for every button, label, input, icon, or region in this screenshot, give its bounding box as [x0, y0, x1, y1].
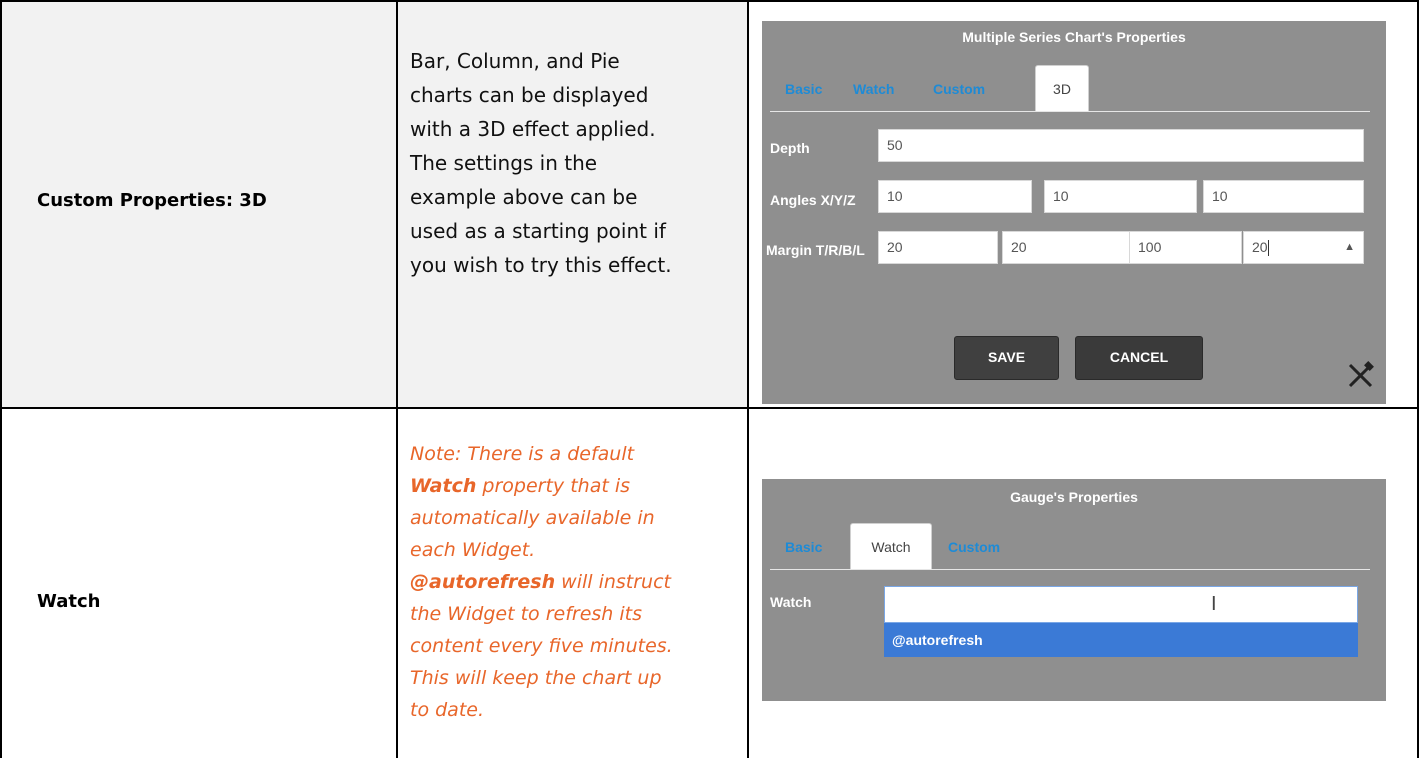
margin-top-field[interactable]: 20 [878, 231, 998, 264]
margin-left-value: 20 [1252, 239, 1268, 255]
spinner-icon[interactable]: ▲ [1344, 232, 1355, 263]
angles-label: Angles X/Y/Z [770, 192, 856, 208]
desc-line: with a 3D effect applied. [410, 117, 656, 141]
text-cursor-icon: I [1211, 593, 1217, 615]
note-line: automatically available in [410, 507, 655, 529]
note-line: the Widget to refresh its [410, 603, 642, 625]
text-cursor [1267, 240, 1269, 257]
tab-custom[interactable]: Custom [948, 539, 1000, 555]
note-line: content every five minutes. [410, 635, 673, 657]
note-line: to date. [410, 699, 484, 721]
row-note-watch: Note: There is a default Watch property … [410, 438, 745, 726]
desc-line: charts can be displayed [410, 83, 649, 107]
desc-line: you wish to try this effect. [410, 253, 672, 277]
tab-3d[interactable]: 3D [1035, 65, 1089, 112]
desc-line: used as a starting point if [410, 219, 666, 243]
watch-input[interactable]: I [884, 586, 1358, 623]
table-border-row-divider [0, 407, 1419, 409]
autorefresh-suggestion[interactable]: @autorefresh [884, 623, 1358, 657]
table-border-col1 [396, 0, 398, 758]
chart-properties-dialog: Multiple Series Chart's Properties Basic… [762, 21, 1386, 404]
dialog-title: Gauge's Properties [1010, 489, 1138, 505]
note-text: will instruct [555, 571, 671, 593]
desc-line: Bar, Column, and Pie [410, 49, 620, 73]
note-text: property that is [476, 475, 631, 497]
table-border-left [0, 0, 2, 758]
desc-line: The settings in the [410, 151, 598, 175]
gauge-properties-dialog: Gauge's Properties Basic Watch Custom Wa… [762, 479, 1386, 701]
row-description-3d: Bar, Column, and Pie charts can be displ… [410, 44, 740, 282]
tab-watch[interactable]: Watch [853, 81, 894, 97]
margin-label: Margin T/R/B/L [766, 242, 865, 258]
tab-watch[interactable]: Watch [850, 523, 932, 570]
margin-bottom-field[interactable]: 100 [1129, 231, 1242, 264]
cancel-button[interactable]: CANCEL [1075, 336, 1203, 380]
tools-icon[interactable] [1347, 361, 1375, 389]
tab-basic[interactable]: Basic [785, 81, 822, 97]
note-line: @autorefresh will instruct [410, 566, 745, 598]
note-bold-autorefresh: @autorefresh [410, 571, 556, 593]
desc-line: example above can be [410, 185, 638, 209]
save-button[interactable]: SAVE [954, 336, 1059, 380]
angle-y-field[interactable]: 10 [1044, 180, 1197, 213]
row-label-watch: Watch [37, 591, 101, 612]
angle-z-field[interactable]: 10 [1203, 180, 1364, 213]
watch-label: Watch [770, 594, 812, 610]
tab-divider [770, 111, 1370, 112]
tab-custom[interactable]: Custom [933, 81, 985, 97]
depth-label: Depth [770, 140, 810, 156]
note-line: This will keep the chart up [410, 667, 662, 689]
tab-basic[interactable]: Basic [785, 539, 822, 555]
dialog-title: Multiple Series Chart's Properties [962, 29, 1186, 45]
table-border-col2 [747, 0, 749, 758]
note-line: each Widget. [410, 539, 536, 561]
row-label-3d: Custom Properties: 3D [37, 190, 267, 211]
note-line: Note: There is a default [410, 443, 635, 465]
tab-divider [770, 569, 1370, 570]
angle-x-field[interactable]: 10 [878, 180, 1032, 213]
depth-field[interactable]: 50 [878, 129, 1364, 162]
table-border-top [0, 0, 1419, 2]
note-line: Watch property that is [410, 470, 745, 502]
note-bold-watch: Watch [410, 475, 477, 497]
margin-left-field[interactable]: 20 ▲ [1243, 231, 1364, 264]
